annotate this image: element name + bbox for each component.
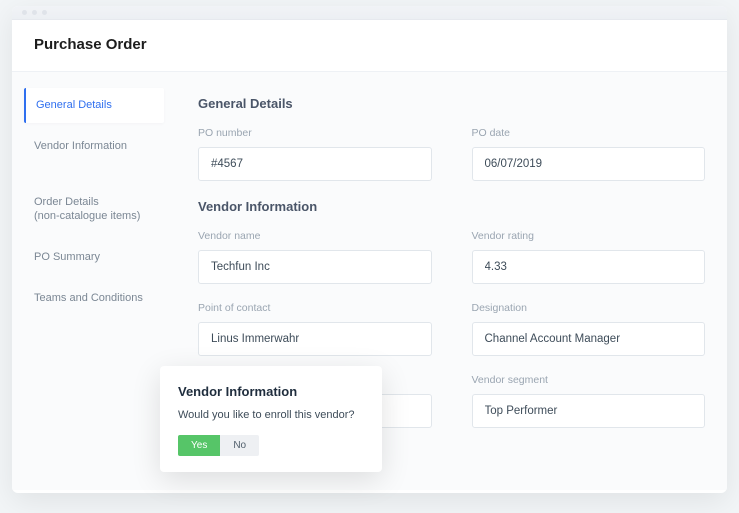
sidebar-item-po-summary[interactable]: PO Summary <box>24 240 164 275</box>
window-dot-icon <box>32 10 37 15</box>
dialog-title: Vendor Information <box>178 384 364 399</box>
section-title-vendor: Vendor Information <box>198 199 705 214</box>
enroll-vendor-dialog: Vendor Information Would you like to enr… <box>160 366 382 472</box>
form-row: Vendor name Vendor rating <box>198 230 705 284</box>
po-date-input[interactable] <box>472 147 706 181</box>
field-po-number: PO number <box>198 127 432 181</box>
sidebar-item-label: Order Details (non-catalogue items) <box>34 196 140 223</box>
page-title: Purchase Order <box>34 36 705 53</box>
dialog-text: Would you like to enroll this vendor? <box>178 409 364 421</box>
section-title-general: General Details <box>198 96 705 111</box>
field-label: Vendor rating <box>472 230 706 242</box>
field-label: PO number <box>198 127 432 139</box>
field-po-date: PO date <box>472 127 706 181</box>
designation-input[interactable] <box>472 322 706 356</box>
sidebar-item-label: Teams and Conditions <box>34 292 143 304</box>
field-label: Designation <box>472 302 706 314</box>
form-row: Point of contact Designation <box>198 302 705 356</box>
field-label: Vendor segment <box>472 374 706 386</box>
po-number-input[interactable] <box>198 147 432 181</box>
field-point-of-contact: Point of contact <box>198 302 432 356</box>
vendor-rating-input[interactable] <box>472 250 706 284</box>
window-title-bar <box>12 6 727 20</box>
dialog-buttons: Yes No <box>178 435 364 456</box>
field-vendor-rating: Vendor rating <box>472 230 706 284</box>
sidebar-item-vendor-information[interactable]: Vendor Information <box>24 129 164 164</box>
field-vendor-name: Vendor name <box>198 230 432 284</box>
window-dot-icon <box>42 10 47 15</box>
form-row: PO number PO date <box>198 127 705 181</box>
vendor-name-input[interactable] <box>198 250 432 284</box>
sidebar-item-label: PO Summary <box>34 251 100 263</box>
point-of-contact-input[interactable] <box>198 322 432 356</box>
sidebar-item-order-details[interactable]: Order Details (non-catalogue items) <box>24 170 164 235</box>
yes-button[interactable]: Yes <box>178 435 220 456</box>
field-vendor-segment: Vendor segment <box>472 374 706 428</box>
field-label: Point of contact <box>198 302 432 314</box>
field-label: Vendor name <box>198 230 432 242</box>
field-label: PO date <box>472 127 706 139</box>
sidebar: General Details Vendor Information Order… <box>12 72 176 490</box>
sidebar-item-label: General Details <box>36 99 112 111</box>
sidebar-item-general-details[interactable]: General Details <box>24 88 164 123</box>
no-button[interactable]: No <box>220 435 259 456</box>
vendor-segment-input[interactable] <box>472 394 706 428</box>
window-dot-icon <box>22 10 27 15</box>
page-header: Purchase Order <box>12 20 727 72</box>
sidebar-item-teams-and-conditions[interactable]: Teams and Conditions <box>24 281 164 316</box>
sidebar-item-label: Vendor Information <box>34 140 127 152</box>
field-designation: Designation <box>472 302 706 356</box>
